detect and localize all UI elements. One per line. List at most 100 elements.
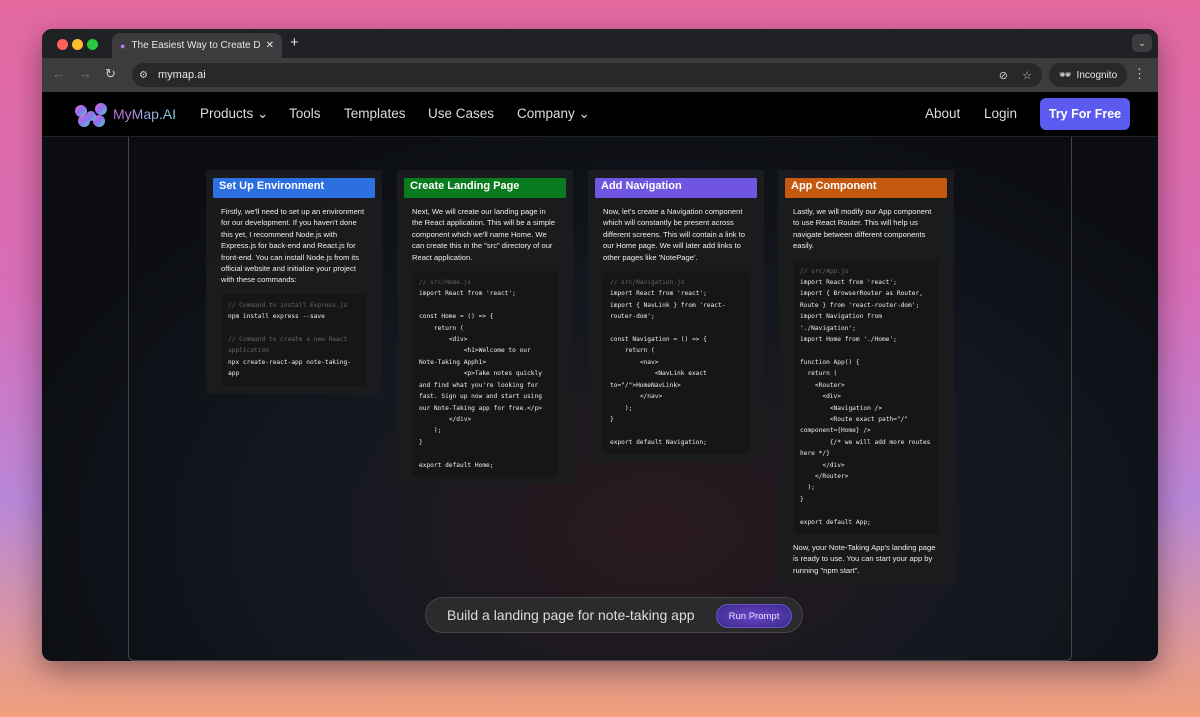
prompt-text: Build a landing page for note-taking app	[447, 607, 695, 623]
code-block: // Command to install Express.js npm inst…	[221, 293, 367, 386]
code-line: import Navigation from './Navigation';	[800, 313, 886, 332]
code-line: );	[610, 404, 633, 412]
favicon-icon: ●	[120, 40, 126, 51]
code-line: function App() {	[800, 358, 860, 366]
address-bar[interactable]: ⚙ mymap.ai ⊘ ☆	[132, 63, 1042, 87]
step-conclusion: Now, your Note-Taking App's landing page…	[793, 542, 936, 575]
code-line: // src/Home.js	[419, 279, 472, 287]
code-line: <Route exact path="/" component={Home} /…	[800, 415, 912, 435]
step-card: App Component Lastly, we will modify our…	[778, 170, 954, 585]
incognito-icon: 🕶	[1058, 69, 1072, 81]
code-line: return (	[610, 347, 655, 355]
code-block: // src/App.js import React from 'react'; i…	[793, 259, 939, 534]
nav-products[interactable]: Products ⌄	[200, 106, 268, 122]
code-line: }	[610, 415, 614, 423]
maximize-window-button[interactable]	[87, 39, 98, 50]
code-line: import { BrowserRouter as Router, Route …	[800, 290, 927, 309]
step-description: Lastly, we will modify our App component…	[793, 207, 932, 251]
step-card: Add Navigation Now, let's create a Navig…	[588, 170, 764, 463]
step-description: Next, We will create our landing page in…	[412, 207, 555, 262]
step-card: Set Up Environment Firstly, we'll need t…	[206, 170, 382, 394]
site-nav: MyMap.AI Products ⌄ Tools Templates Use …	[42, 92, 1158, 137]
eye-off-icon[interactable]: ⊘	[999, 69, 1008, 82]
tab-bar: ● The Easiest Way to Create Di ✕ + ⌄	[42, 29, 1158, 58]
site-settings-icon[interactable]: ⚙	[139, 70, 148, 81]
code-line: <Navigation />	[800, 404, 882, 412]
code-line: const Navigation = () => {	[610, 336, 707, 344]
step-title: Set Up Environment	[213, 178, 375, 198]
code-line: <p>Take notes quickly and find what you'…	[419, 370, 546, 412]
nav-company[interactable]: Company ⌄	[517, 106, 590, 122]
mymap-logo[interactable]	[74, 102, 108, 128]
step-description: Now, let's create a Navigation component…	[603, 207, 745, 262]
nav-templates[interactable]: Templates	[344, 106, 406, 121]
code-line: </nav>	[610, 393, 663, 401]
browser-window: ● The Easiest Way to Create Di ✕ + ⌄ ← →…	[42, 29, 1158, 661]
tab-search-icon[interactable]: ⌄	[1132, 34, 1152, 52]
forward-icon[interactable]: →	[79, 66, 92, 81]
code-line: <nav>	[610, 358, 659, 366]
code-line: export default Navigation;	[610, 438, 707, 446]
step-card: Create Landing Page Next, We will create…	[397, 170, 573, 485]
nav-tools[interactable]: Tools	[289, 106, 321, 121]
code-line: <NavLink exact to="/">HomeNavLink>	[610, 370, 711, 389]
try-for-free-button[interactable]: Try For Free	[1040, 98, 1130, 130]
step-title: App Component	[785, 178, 947, 198]
browser-tab[interactable]: ● The Easiest Way to Create Di ✕	[112, 33, 282, 58]
code-line: import React from 'react';	[419, 290, 516, 298]
code-line: {/* we will add more routes here */}	[800, 438, 935, 458]
code-line: // Command to create a new React applica…	[228, 336, 351, 355]
step-title: Create Landing Page	[404, 178, 566, 198]
prompt-bar[interactable]: Build a landing page for note-taking app…	[425, 597, 803, 633]
code-line: const Home = () => {	[419, 313, 494, 321]
code-line: return (	[419, 324, 464, 332]
new-tab-icon[interactable]: +	[290, 34, 299, 51]
code-line: </div>	[419, 415, 472, 423]
nav-login[interactable]: Login	[984, 106, 1017, 121]
close-window-button[interactable]	[57, 39, 68, 50]
code-line: <h1>Welcome to our Note-Taking Apph1>	[419, 347, 535, 366]
code-line: );	[419, 427, 442, 435]
reload-icon[interactable]: ↻	[105, 66, 116, 82]
demo-canvas: Set Up Environment Firstly, we'll need t…	[42, 137, 1158, 661]
code-line: </div>	[800, 461, 845, 469]
code-line: npx create-react-app note-taking-app	[228, 358, 351, 378]
code-line: export default Home;	[419, 461, 494, 469]
step-title: Add Navigation	[595, 178, 757, 198]
back-icon[interactable]: ←	[52, 66, 65, 81]
code-line: import { NavLink } from 'react-router-do…	[610, 301, 726, 321]
code-line: // src/Navigation.js	[610, 279, 685, 287]
close-tab-icon[interactable]: ✕	[266, 40, 274, 51]
code-line: import React from 'react';	[800, 279, 897, 287]
code-line: // Command to install Express.js	[228, 301, 348, 309]
code-line: export default App;	[800, 518, 871, 526]
code-block: // src/Home.js import React from 'react';…	[412, 271, 558, 477]
code-line: <div>	[800, 393, 841, 401]
menu-icon[interactable]: ⋮	[1133, 66, 1146, 82]
code-line: }	[800, 495, 804, 503]
browser-toolbar: ← → ↻ ⚙ mymap.ai ⊘ ☆ 🕶 Incognito ⋮	[42, 58, 1158, 92]
code-line: }	[419, 438, 423, 446]
code-line: );	[800, 484, 815, 492]
code-line: import React from 'react';	[610, 290, 707, 298]
code-line: <div>	[419, 336, 468, 344]
code-line: // src/App.js	[800, 267, 849, 275]
incognito-badge[interactable]: 🕶 Incognito	[1049, 63, 1127, 87]
run-prompt-button[interactable]: Run Prompt	[716, 604, 792, 628]
code-line: npm install express --save	[228, 313, 325, 321]
code-line: import Home from './Home';	[800, 336, 897, 344]
nav-about[interactable]: About	[925, 106, 960, 121]
minimize-window-button[interactable]	[72, 39, 83, 50]
bookmark-star-icon[interactable]: ☆	[1022, 69, 1032, 82]
code-line: </Router>	[800, 472, 849, 480]
brand-name[interactable]: MyMap.AI	[113, 106, 176, 122]
nav-use-cases[interactable]: Use Cases	[428, 106, 494, 121]
code-block: // src/Navigation.js import React from 'r…	[603, 271, 749, 455]
